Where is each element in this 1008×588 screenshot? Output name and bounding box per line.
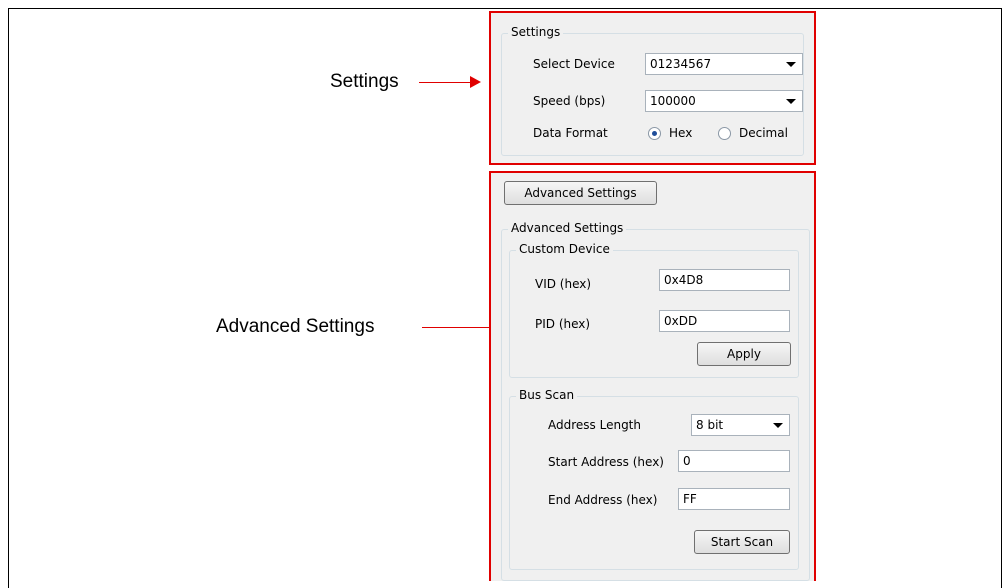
apply-button[interactable]: Apply bbox=[697, 342, 791, 366]
pid-label: PID (hex) bbox=[535, 317, 591, 331]
vid-label: VID (hex) bbox=[535, 277, 592, 291]
advanced-settings-panel: Advanced Settings Advanced Settings Cust… bbox=[489, 171, 816, 581]
bus-scan-title: Bus Scan bbox=[516, 388, 578, 402]
speed-value: 100000 bbox=[650, 94, 696, 108]
start-scan-button[interactable]: Start Scan bbox=[694, 530, 790, 554]
chevron-down-icon bbox=[786, 62, 796, 67]
start-address-label: Start Address (hex) bbox=[548, 455, 664, 469]
pid-input[interactable]: 0xDD bbox=[659, 310, 790, 332]
address-length-dropdown[interactable]: 8 bit bbox=[691, 414, 790, 436]
format-decimal-label[interactable]: Decimal bbox=[739, 126, 788, 140]
speed-label: Speed (bps) bbox=[533, 94, 606, 108]
end-address-label: End Address (hex) bbox=[548, 493, 658, 507]
settings-panel: Settings Select Device 01234567 Speed (b… bbox=[489, 11, 816, 165]
select-device-dropdown[interactable]: 01234567 bbox=[645, 53, 803, 75]
vid-input[interactable]: 0x4D8 bbox=[659, 269, 790, 291]
chevron-down-icon bbox=[786, 99, 796, 104]
advanced-callout-label: Advanced Settings bbox=[216, 316, 375, 337]
data-format-label: Data Format bbox=[533, 126, 608, 140]
settings-callout-arrow bbox=[419, 76, 481, 88]
end-address-input[interactable]: FF bbox=[678, 488, 790, 510]
speed-dropdown[interactable]: 100000 bbox=[645, 90, 803, 112]
custom-device-title: Custom Device bbox=[516, 242, 613, 256]
format-hex-radio[interactable] bbox=[648, 127, 661, 140]
select-device-label: Select Device bbox=[533, 57, 615, 71]
select-device-value: 01234567 bbox=[650, 57, 712, 71]
format-decimal-radio[interactable] bbox=[718, 127, 731, 140]
advanced-settings-toggle-button[interactable]: Advanced Settings bbox=[504, 181, 657, 205]
address-length-label: Address Length bbox=[548, 418, 641, 432]
settings-callout-label: Settings bbox=[330, 71, 399, 92]
start-address-input[interactable]: 0 bbox=[678, 450, 790, 472]
address-length-value: 8 bit bbox=[696, 418, 724, 432]
chevron-down-icon bbox=[773, 423, 783, 428]
settings-group-title: Settings bbox=[508, 25, 564, 39]
format-hex-label[interactable]: Hex bbox=[669, 126, 692, 140]
advanced-settings-group-title: Advanced Settings bbox=[508, 221, 627, 235]
